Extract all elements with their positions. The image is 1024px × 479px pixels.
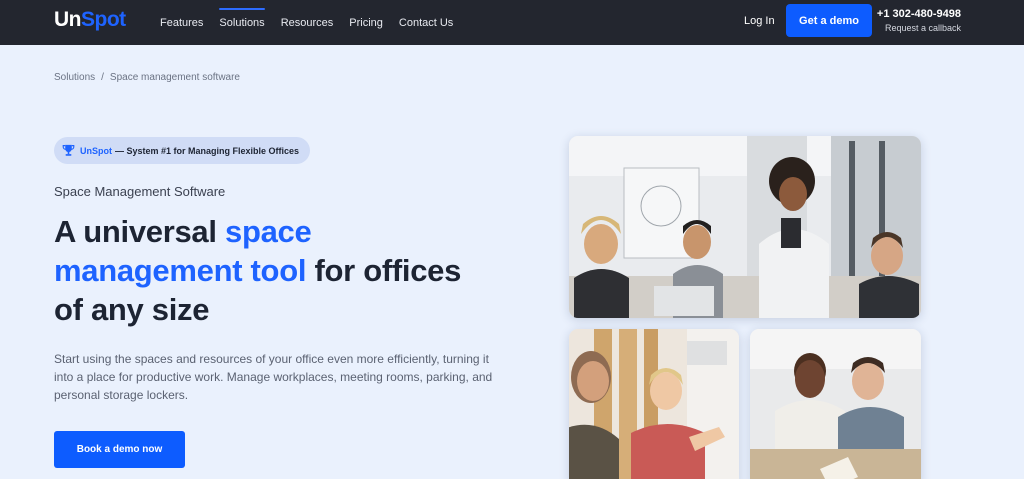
nav-solutions[interactable]: Solutions (219, 7, 265, 29)
hero-description: Start using the spaces and resources of … (54, 352, 493, 402)
nav-pricing[interactable]: Pricing (349, 17, 383, 29)
headline-part1: A universal (54, 214, 225, 249)
office-meeting-photo (569, 136, 921, 318)
request-callback-link[interactable]: Request a callback (877, 23, 961, 33)
colleagues-laptop-photo (750, 329, 921, 479)
breadcrumb: Solutions / Space management software (54, 72, 240, 83)
nav-contact-us[interactable]: Contact Us (399, 17, 453, 29)
phone-contact: +1 302-480-9498 Request a callback (877, 8, 961, 33)
breadcrumb-current: Space management software (109, 72, 240, 83)
nav-features[interactable]: Features (160, 17, 203, 29)
logo-text-un: Un (54, 8, 82, 31)
main-nav: Features Solutions Resources Pricing Con… (160, 0, 469, 45)
trophy-icon (62, 144, 75, 157)
team-discussion-photo (569, 329, 739, 479)
nav-resources[interactable]: Resources (281, 17, 334, 29)
breadcrumb-separator: / (101, 72, 104, 83)
logo-text-spot: Spot (81, 8, 126, 31)
get-a-demo-button[interactable]: Get a demo (786, 4, 872, 37)
badge-text: — System #1 for Managing Flexible Office… (115, 145, 300, 156)
unspot-logo[interactable]: UnSpot (54, 8, 126, 32)
login-link[interactable]: Log In (744, 15, 775, 27)
badge-brand: UnSpot (80, 145, 112, 156)
phone-number-link[interactable]: +1 302-480-9498 (877, 8, 961, 20)
page-subtitle: Space Management Software (54, 184, 226, 199)
award-badge: UnSpot — System #1 for Managing Flexible… (54, 137, 311, 164)
page-headline: A universal space management tool for of… (54, 212, 474, 329)
book-a-demo-button[interactable]: Book a demo now (54, 431, 185, 468)
top-navigation-bar: UnSpot Features Solutions Resources Pric… (0, 0, 1024, 45)
breadcrumb-solutions[interactable]: Solutions (54, 72, 95, 83)
